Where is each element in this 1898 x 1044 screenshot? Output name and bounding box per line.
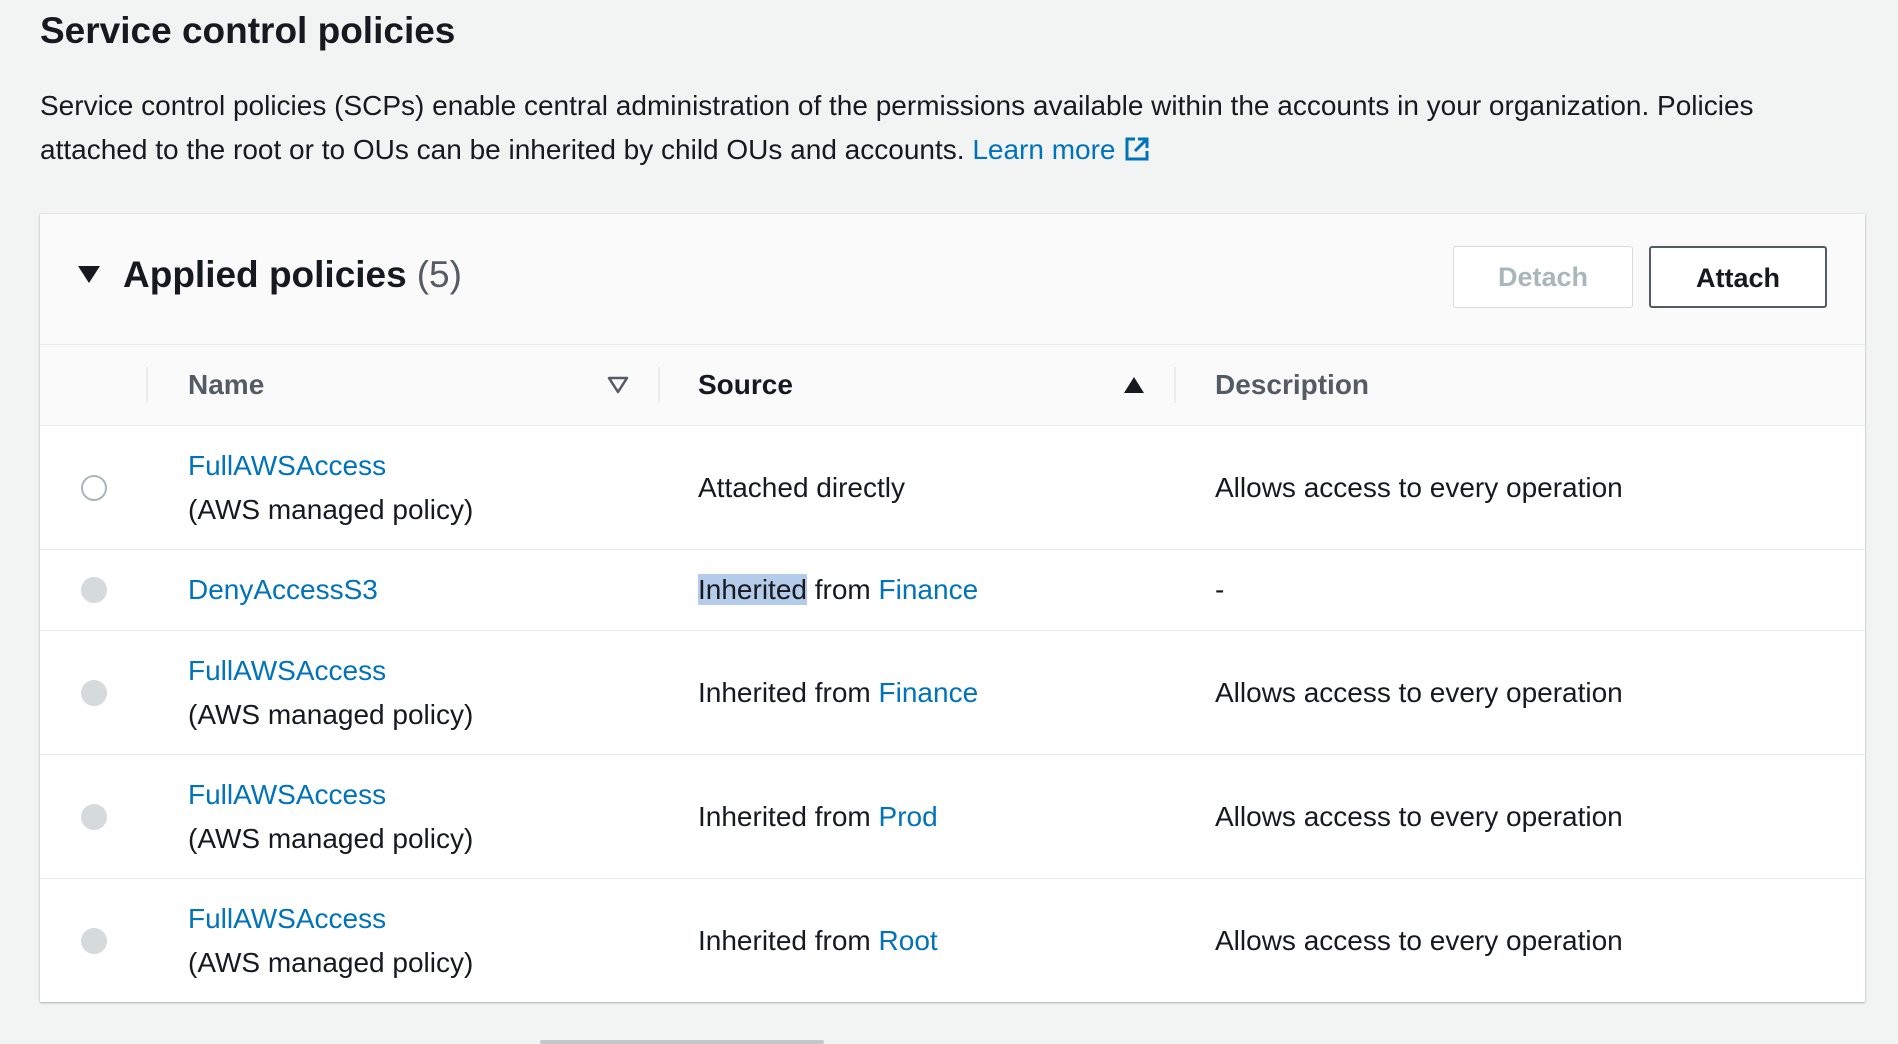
policy-description: Allows access to every operation <box>1215 472 1623 503</box>
table-row: FullAWSAccess (AWS managed policy) Inher… <box>40 755 1865 879</box>
source-text: Inherited from <box>698 677 879 708</box>
policy-description: Allows access to every operation <box>1215 925 1623 956</box>
policy-type: (AWS managed policy) <box>188 823 474 854</box>
policy-type: (AWS managed policy) <box>188 699 474 730</box>
panel-title: Applied policies (5) <box>123 254 462 296</box>
panel-title-text: Applied policies <box>123 254 407 295</box>
policy-description: Allows access to every operation <box>1215 801 1623 832</box>
column-header-source[interactable]: Source <box>698 345 793 425</box>
column-separator <box>146 367 148 403</box>
policy-name-link[interactable]: DenyAccessS3 <box>188 574 378 605</box>
page-description-block: Service control policies (SCPs) enable c… <box>40 84 1860 175</box>
policy-name-link[interactable]: FullAWSAccess <box>188 903 386 934</box>
table-row: FullAWSAccess (AWS managed policy) Attac… <box>40 426 1865 550</box>
panel-header: Applied policies (5) Detach Attach <box>40 214 1865 345</box>
policy-source-cell: Attached directly <box>698 466 905 510</box>
attach-button[interactable]: Attach <box>1649 246 1827 308</box>
sort-ascending-icon[interactable] <box>1123 376 1145 399</box>
policy-description: Allows access to every operation <box>1215 677 1623 708</box>
row-select-radio[interactable] <box>81 475 107 501</box>
source-ou-link[interactable]: Root <box>879 925 938 956</box>
column-separator <box>1174 367 1176 403</box>
table-row: FullAWSAccess (AWS managed policy) Inher… <box>40 879 1865 1002</box>
page-description: Service control policies (SCPs) enable c… <box>40 90 1754 165</box>
policy-name-link[interactable]: FullAWSAccess <box>188 450 386 481</box>
table-row: DenyAccessS3 Inherited from Finance - <box>40 550 1865 631</box>
row-select-radio <box>81 804 107 830</box>
policy-source-cell: Inherited from Finance <box>698 568 978 612</box>
policy-name-cell: FullAWSAccess (AWS managed policy) <box>188 444 473 532</box>
policy-name-cell: FullAWSAccess (AWS managed policy) <box>188 773 473 861</box>
policy-count: (5) <box>416 254 462 295</box>
column-header-name[interactable]: Name <box>188 345 264 425</box>
source-text: Inherited from <box>698 925 879 956</box>
policy-name-cell: FullAWSAccess (AWS managed policy) <box>188 649 473 737</box>
source-text: Inherited from <box>698 801 879 832</box>
policy-type: (AWS managed policy) <box>188 947 474 978</box>
horizontal-scrollbar[interactable] <box>540 1040 824 1044</box>
policy-name-link[interactable]: FullAWSAccess <box>188 655 386 686</box>
policy-source-cell: Inherited from Finance <box>698 671 978 715</box>
policy-name-cell: DenyAccessS3 <box>188 568 378 612</box>
source-text: Attached directly <box>698 472 905 503</box>
applied-policies-panel: Applied policies (5) Detach Attach Name S… <box>40 214 1865 1002</box>
selected-text-highlight: Inherited <box>698 574 807 605</box>
column-header-description[interactable]: Description <box>1215 345 1369 425</box>
learn-more-link[interactable]: Learn more <box>972 134 1149 165</box>
sort-unsorted-icon[interactable] <box>607 376 629 399</box>
collapse-caret-icon[interactable] <box>78 266 100 283</box>
page-title: Service control policies <box>40 10 456 51</box>
policy-source-cell: Inherited from Prod <box>698 795 938 839</box>
source-ou-link[interactable]: Prod <box>879 801 938 832</box>
policy-name-cell: FullAWSAccess (AWS managed policy) <box>188 897 473 985</box>
row-select-radio <box>81 680 107 706</box>
policy-type: (AWS managed policy) <box>188 494 474 525</box>
source-text: from <box>806 574 879 605</box>
detach-button[interactable]: Detach <box>1453 246 1633 308</box>
policy-name-link[interactable]: FullAWSAccess <box>188 779 386 810</box>
learn-more-label: Learn more <box>972 134 1116 165</box>
source-ou-link[interactable]: Finance <box>879 677 979 708</box>
table-header: Name Source Description <box>40 345 1865 426</box>
policy-description: - <box>1215 574 1225 605</box>
row-select-radio <box>81 577 107 603</box>
table-row: FullAWSAccess (AWS managed policy) Inher… <box>40 631 1865 755</box>
column-separator <box>658 367 660 403</box>
source-ou-link[interactable]: Finance <box>879 574 979 605</box>
policy-source-cell: Inherited from Root <box>698 919 938 963</box>
external-link-icon <box>1124 131 1150 175</box>
row-select-radio <box>81 928 107 954</box>
